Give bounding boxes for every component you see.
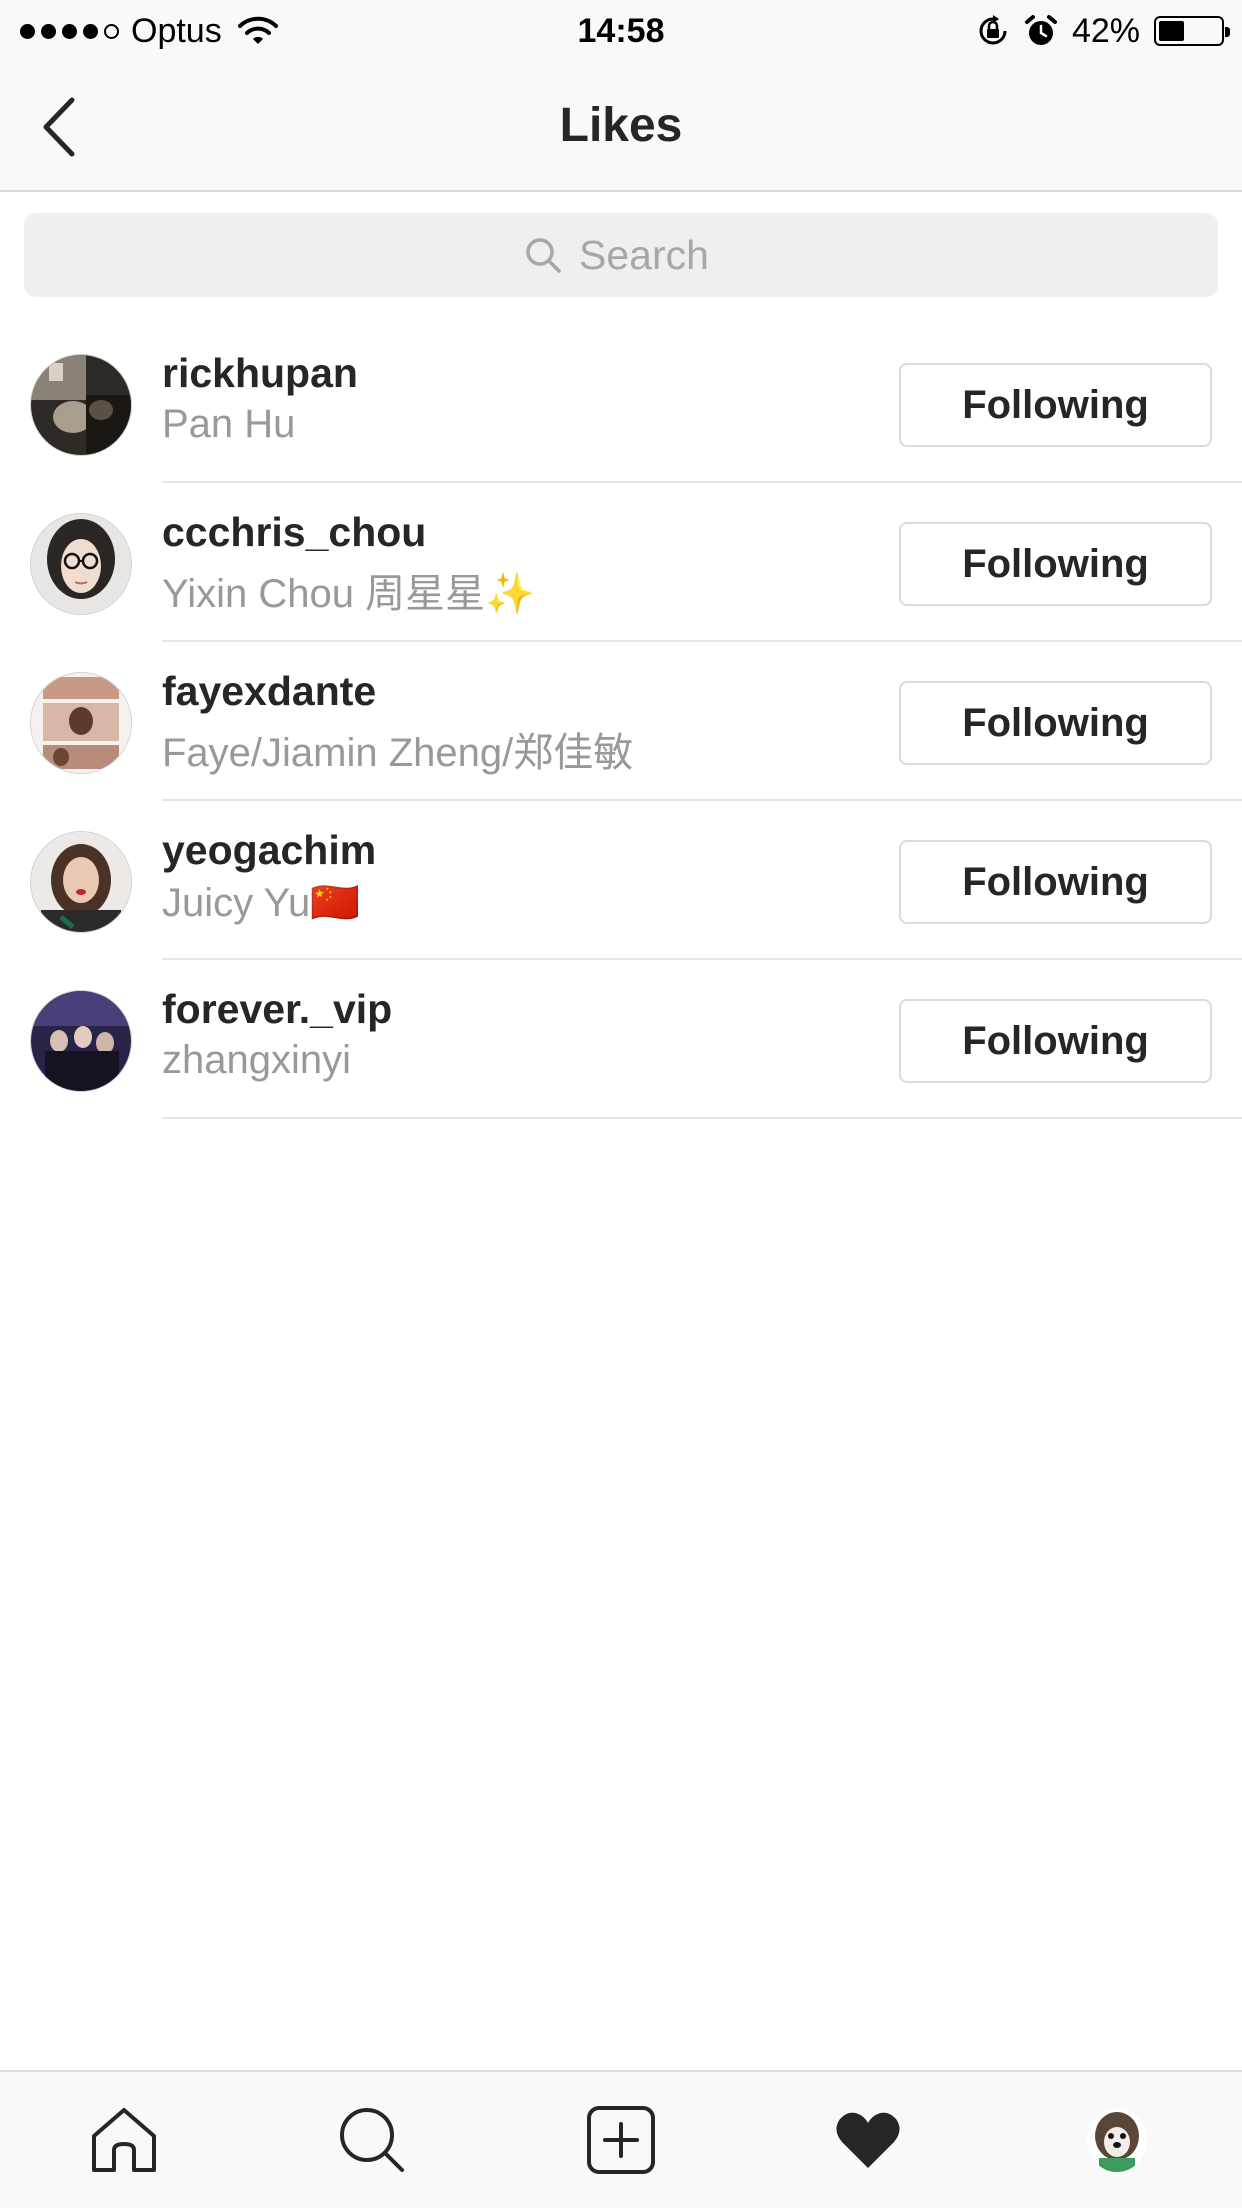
username[interactable]: rickhupan — [162, 350, 358, 397]
full-name: Faye/Jiamin Zheng/郑佳敏 — [162, 731, 634, 775]
alarm-icon — [1024, 15, 1057, 45]
avatar[interactable] — [30, 672, 132, 774]
full-name: Pan Hu — [162, 402, 296, 446]
avatar-image — [31, 355, 131, 455]
battery-percent: 42% — [1071, 11, 1140, 50]
username[interactable]: fayexdante — [162, 668, 376, 715]
tab-bar — [0, 2070, 1242, 2208]
list-item: rickhupan Pan Hu Following — [0, 324, 1242, 483]
nav-bar: Likes — [0, 62, 1242, 192]
status-bar-right: 42% — [976, 10, 1230, 52]
home-icon — [92, 2108, 156, 2172]
full-name: Yixin Chou 周星星✨ — [162, 572, 535, 616]
likes-list: rickhupan Pan Hu Following ccchris_chou … — [0, 324, 1242, 1119]
full-name: Juicy Yu🇨🇳 — [162, 881, 361, 925]
profile-avatar-image — [1087, 2108, 1147, 2172]
tab-search[interactable] — [332, 2100, 412, 2180]
search-icon — [340, 2108, 404, 2172]
following-button[interactable]: Following — [899, 681, 1212, 765]
tab-profile[interactable] — [1077, 2100, 1157, 2180]
avatar-image — [31, 514, 131, 614]
avatar[interactable] — [30, 990, 132, 1092]
search-input[interactable] — [579, 231, 719, 279]
list-item: ccchris_chou Yixin Chou 周星星✨ Following — [0, 483, 1242, 642]
list-item: fayexdante Faye/Jiamin Zheng/郑佳敏 Followi… — [0, 642, 1242, 801]
heart-icon — [836, 2112, 900, 2168]
tab-home[interactable] — [84, 2100, 164, 2180]
divider — [162, 1117, 1242, 1119]
following-button[interactable]: Following — [899, 999, 1212, 1083]
add-post-icon — [587, 2106, 655, 2174]
battery-icon — [1154, 16, 1230, 46]
list-item: yeogachim Juicy Yu🇨🇳 Following — [0, 801, 1242, 960]
search-icon — [526, 238, 561, 273]
following-button[interactable]: Following — [899, 363, 1212, 447]
profile-avatar — [1087, 2108, 1147, 2172]
search-bar[interactable] — [24, 213, 1218, 297]
avatar-image — [31, 673, 131, 773]
following-button[interactable]: Following — [899, 522, 1212, 606]
page-title: Likes — [559, 99, 683, 152]
battery-level — [1159, 21, 1185, 41]
battery-tip — [1225, 27, 1230, 37]
tab-add-post[interactable] — [581, 2100, 661, 2180]
status-bar: Optus 14:58 42% — [0, 0, 1242, 62]
list-item: forever._vip zhangxinyi Following — [0, 960, 1242, 1119]
username[interactable]: yeogachim — [162, 827, 376, 874]
avatar[interactable] — [30, 354, 132, 456]
rotation-lock-icon — [979, 15, 1007, 45]
avatar-image — [31, 991, 131, 1091]
tab-activity[interactable] — [828, 2100, 908, 2180]
username[interactable]: forever._vip — [162, 986, 392, 1033]
full-name: zhangxinyi — [162, 1038, 352, 1082]
avatar-image — [31, 832, 131, 932]
following-button[interactable]: Following — [899, 840, 1212, 924]
avatar[interactable] — [30, 513, 132, 615]
avatar[interactable] — [30, 831, 132, 933]
username[interactable]: ccchris_chou — [162, 509, 426, 556]
